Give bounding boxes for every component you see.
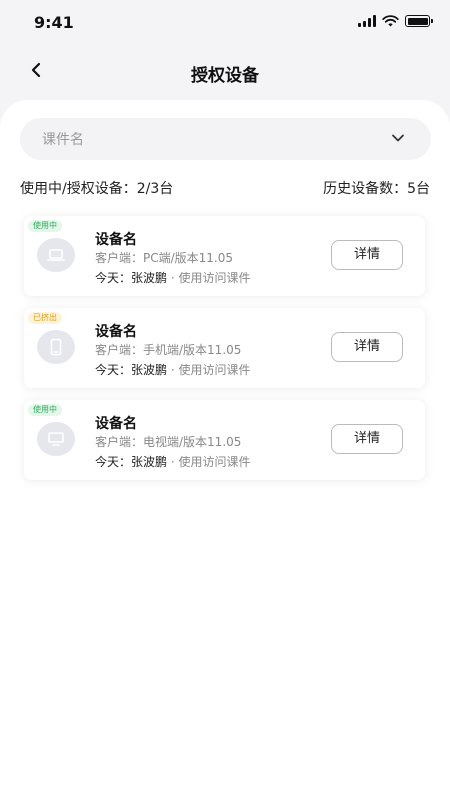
device-last-used: 今天：张波鹏 · 使用访问课件 (95, 361, 251, 378)
details-button[interactable]: 详情 (331, 332, 403, 362)
device-name: 设备名 (95, 324, 137, 340)
usage-action: · 使用访问课件 (170, 363, 251, 377)
device-last-used: 今天：张波鹏 · 使用访问课件 (95, 453, 251, 470)
user-name: 张波鹏 (131, 271, 168, 285)
device-card: 使用中 设备名 客户端：PC端/版本11.05 今天：张波鹏 · 使用访问课件 … (24, 216, 425, 296)
wifi-icon (382, 15, 399, 27)
device-card: 使用中 设备名 客户端：电视端/版本11.05 今天：张波鹏 · 使用访问课件 … (24, 400, 425, 480)
status-icons (358, 15, 433, 27)
today-label: 今天： (95, 271, 132, 285)
history-devices-count: 历史设备数：5台 (323, 181, 430, 197)
authorized-devices-count: 使用中/授权设备：2/3台 (20, 181, 174, 197)
device-name: 设备名 (95, 416, 137, 432)
device-card: 已挤出 设备名 客户端：手机端/版本11.05 今天：张波鹏 · 使用访问课件 … (24, 308, 425, 388)
content-sheet: 课件名 使用中/授权设备：2/3台 历史设备数：5台 使用中 设备名 客户端：P… (0, 100, 450, 800)
status-badge: 使用中 (28, 404, 62, 416)
tv-icon (48, 432, 64, 446)
nav-bar: 授权设备 (0, 44, 450, 100)
device-summary: 使用中/授权设备：2/3台 历史设备数：5台 (20, 178, 430, 198)
battery-icon (405, 15, 433, 27)
user-name: 张波鹏 (131, 363, 168, 377)
today-label: 今天： (95, 363, 132, 377)
today-label: 今天： (95, 455, 132, 469)
device-avatar (37, 238, 75, 272)
status-bar: 9:41 (0, 0, 450, 44)
courseware-select-label: 课件名 (42, 132, 84, 148)
device-name: 设备名 (95, 232, 137, 248)
page-title: 授权设备 (191, 66, 259, 86)
device-client: 客户端：电视端/版本11.05 (95, 435, 242, 449)
device-client: 客户端：PC端/版本11.05 (95, 251, 234, 265)
details-button[interactable]: 详情 (331, 240, 403, 270)
device-last-used: 今天：张波鹏 · 使用访问课件 (95, 269, 251, 286)
usage-action: · 使用访问课件 (170, 455, 251, 469)
user-name: 张波鹏 (131, 455, 168, 469)
status-badge: 使用中 (28, 220, 62, 232)
laptop-icon (47, 249, 65, 261)
phone-icon (50, 338, 62, 356)
cellular-signal-icon (358, 15, 376, 27)
device-client: 客户端：手机端/版本11.05 (95, 343, 242, 357)
details-button[interactable]: 详情 (331, 424, 403, 454)
status-time: 9:41 (34, 13, 74, 32)
device-avatar (37, 330, 75, 364)
usage-action: · 使用访问课件 (170, 271, 251, 285)
chevron-down-icon (392, 134, 404, 142)
device-avatar (37, 422, 75, 456)
status-badge: 已挤出 (28, 312, 62, 324)
courseware-select[interactable]: 课件名 (20, 118, 431, 160)
